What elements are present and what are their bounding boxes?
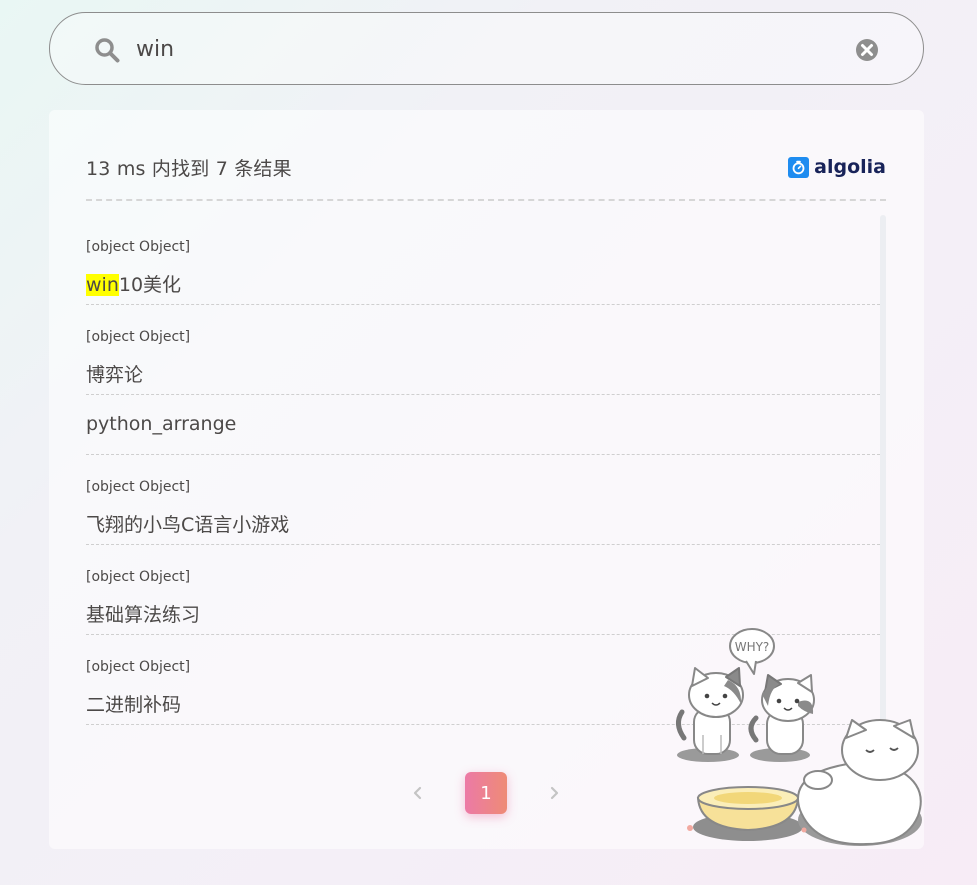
clear-search-icon[interactable]	[855, 38, 879, 62]
speech-bubble-icon: WHY?	[729, 628, 775, 675]
hit-category: [object Object]	[86, 659, 191, 675]
results-stats: 13 ms 内找到 7 条结果	[86, 158, 292, 180]
hit-title[interactable]: 二进制补码	[86, 690, 181, 717]
search-bar[interactable]	[49, 12, 924, 85]
hit-title-text: 基础算法练习	[86, 604, 201, 626]
hit-category: [object Object]	[86, 479, 191, 495]
hit-title[interactable]: python_arrange	[86, 413, 236, 435]
chevron-left-icon[interactable]	[409, 784, 427, 802]
cats-illustration: WHY?	[676, 628, 922, 846]
hit-title-text: python_arrange	[86, 413, 237, 435]
cat-1-icon	[676, 667, 744, 755]
search-input[interactable]	[136, 31, 836, 67]
page-number-current[interactable]: 1	[465, 772, 507, 814]
hit-title[interactable]: 基础算法练习	[86, 600, 200, 627]
results-divider	[86, 199, 886, 201]
hit-title[interactable]: win10美化	[86, 270, 181, 297]
search-icon	[95, 38, 120, 63]
hit-title-text: 飞翔的小鸟C语言小游戏	[86, 514, 290, 536]
algolia-logo[interactable]: algolia	[788, 156, 886, 178]
chevron-right-icon[interactable]	[545, 784, 563, 802]
algolia-icon	[788, 156, 810, 178]
hit-title[interactable]: 博弈论	[86, 360, 143, 387]
list-item[interactable]: [object Object] 飞翔的小鸟C语言小游戏	[86, 455, 880, 545]
hit-category: [object Object]	[86, 329, 191, 345]
hit-category: [object Object]	[86, 569, 191, 585]
hit-category: [object Object]	[86, 239, 191, 255]
hit-title-text: 二进制补码	[86, 694, 182, 716]
hit-title[interactable]: 飞翔的小鸟C语言小游戏	[86, 510, 289, 537]
hit-title-text: 博弈论	[86, 364, 144, 386]
algolia-wordmark: algolia	[814, 156, 886, 178]
hit-title-highlight: win	[86, 274, 119, 296]
list-item[interactable]: python_arrange	[86, 395, 880, 455]
speech-bubble-text: WHY?	[735, 640, 770, 654]
list-item[interactable]: [object Object] 博弈论	[86, 305, 880, 395]
list-item[interactable]: [object Object] win10美化	[86, 215, 880, 305]
hit-title-text: 10美化	[118, 274, 182, 296]
lying-cat-icon	[797, 719, 922, 846]
cat-2-icon	[748, 674, 815, 755]
